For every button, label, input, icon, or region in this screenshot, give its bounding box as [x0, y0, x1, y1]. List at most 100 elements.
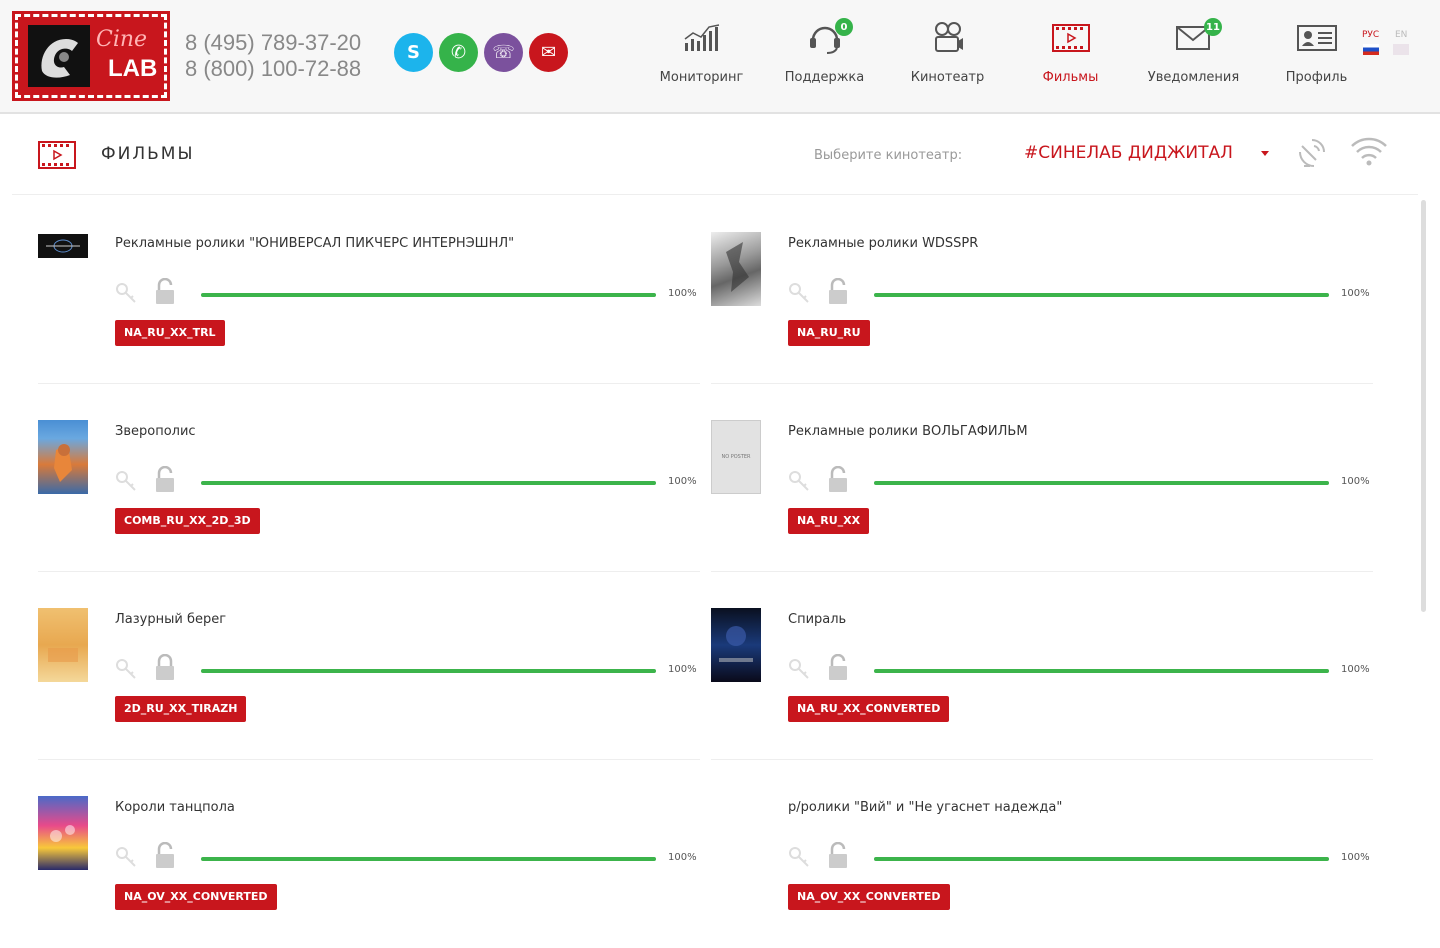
progress-bar: [874, 669, 1329, 673]
dcp-tag[interactable]: NA_RU_XX_TRL: [115, 320, 225, 346]
lock-icon[interactable]: [154, 653, 176, 682]
progress-fill: [874, 481, 1329, 485]
progress-fill: [201, 857, 656, 861]
skype-icon: S: [407, 42, 420, 63]
progress-bar: [201, 481, 656, 485]
film-title: Рекламные ролики ВОЛЬГАФИЛЬМ: [788, 424, 1028, 439]
unlock-icon[interactable]: [154, 277, 176, 306]
film-title: Короли танцпола: [115, 800, 235, 815]
key-icon[interactable]: [788, 846, 810, 868]
dcp-tag[interactable]: NA_RU_XX: [788, 508, 870, 534]
dcp-tag[interactable]: COMB_RU_XX_2D_3D: [115, 508, 260, 534]
film-card[interactable]: Спираль 100% NA_RU_XX_CONVERTED: [711, 572, 1373, 760]
film-icon: [38, 140, 76, 174]
unlock-icon[interactable]: [827, 841, 849, 870]
dcp-tag[interactable]: 2D_RU_XX_TIRAZH: [115, 696, 247, 722]
nav-item-notifications[interactable]: 11 Уведомления: [1132, 18, 1255, 98]
nav-label: Уведомления: [1147, 70, 1240, 85]
phone-numbers: 8 (495) 789-37-20 8 (800) 100-72-88: [185, 30, 361, 82]
film-poster[interactable]: [38, 608, 88, 682]
scrollbar-thumb[interactable]: [1421, 200, 1426, 612]
film-card[interactable]: р/ролики "Вий" и "Не угаснет надежда" 10…: [711, 760, 1373, 948]
nav-item-cinema[interactable]: Кинотеатр: [886, 18, 1009, 98]
skype-button[interactable]: S: [394, 33, 433, 72]
film-poster[interactable]: NO POSTER: [711, 420, 761, 494]
cinema-select[interactable]: #СИНЕЛАБ ДИДЖИТАЛ: [1024, 143, 1233, 163]
progress-fill: [874, 669, 1329, 673]
progress-bar: [874, 293, 1329, 297]
film-card[interactable]: Короли танцпола 100% NA_OV_XX_CONVERTED: [38, 760, 700, 948]
monitoring-icon: [682, 18, 722, 58]
key-icon[interactable]: [115, 282, 137, 304]
film-poster[interactable]: [38, 420, 88, 494]
film-poster[interactable]: [38, 234, 88, 258]
dcp-tag[interactable]: NA_RU_XX_CONVERTED: [788, 696, 950, 722]
nav-item-profile[interactable]: Профиль: [1255, 18, 1378, 98]
film-card[interactable]: NO POSTER Рекламные ролики ВОЛЬГАФИЛЬМ 1…: [711, 384, 1373, 572]
scrollbar[interactable]: [1420, 198, 1428, 900]
nav-label: Мониторинг: [659, 70, 744, 85]
progress-fill: [201, 481, 656, 485]
no-poster-text: NO POSTER: [721, 454, 751, 460]
film-card[interactable]: Лазурный берег 100% 2D_RU_XX_TIRAZH: [38, 572, 700, 760]
wifi-icon[interactable]: [1350, 136, 1388, 170]
mail-icon: ✉: [540, 42, 557, 63]
progress-percent: 100%: [1341, 664, 1370, 675]
progress-percent: 100%: [668, 852, 697, 863]
film-card[interactable]: Рекламные ролики "ЮНИВЕРСАЛ ПИКЧЕРС ИНТЕ…: [38, 196, 700, 384]
progress-percent: 100%: [1341, 288, 1370, 299]
nav-item-films[interactable]: Фильмы: [1009, 18, 1132, 98]
unlock-icon[interactable]: [827, 653, 849, 682]
unlock-icon[interactable]: [154, 841, 176, 870]
unlock-icon[interactable]: [154, 465, 176, 494]
dcp-tag[interactable]: NA_OV_XX_CONVERTED: [115, 884, 277, 910]
phone-number[interactable]: 8 (495) 789-37-20: [185, 30, 361, 56]
satellite-icon[interactable]: [1298, 136, 1328, 172]
key-icon[interactable]: [788, 658, 810, 680]
progress-bar: [874, 481, 1329, 485]
progress-bar: [201, 293, 656, 297]
progress-fill: [874, 857, 1329, 861]
nav-label: Кинотеатр: [910, 70, 985, 85]
header: Cine LAB 8 (495) 789-37-20 8 (800) 100-7…: [0, 0, 1440, 114]
key-icon[interactable]: [115, 658, 137, 680]
viber-button[interactable]: ☏: [484, 33, 523, 72]
progress-fill: [874, 293, 1329, 297]
progress-fill: [201, 669, 656, 673]
unlock-icon[interactable]: [827, 465, 849, 494]
film-poster[interactable]: [711, 232, 761, 306]
mail-button[interactable]: ✉: [529, 33, 568, 72]
film-title: Рекламные ролики "ЮНИВЕРСАЛ ПИКЧЕРС ИНТЕ…: [115, 236, 515, 251]
key-icon[interactable]: [788, 282, 810, 304]
film-poster[interactable]: [711, 608, 761, 682]
cinelab-logo[interactable]: Cine LAB: [12, 11, 170, 101]
progress-bar: [874, 857, 1329, 861]
phone-number[interactable]: 8 (800) 100-72-88: [185, 56, 361, 82]
progress-percent: 100%: [1341, 852, 1370, 863]
whatsapp-icon: ✆: [450, 42, 467, 63]
film-title: р/ролики "Вий" и "Не угаснет надежда": [788, 800, 1063, 815]
key-icon[interactable]: [115, 470, 137, 492]
profile-icon: [1296, 18, 1337, 58]
divider: [12, 194, 1418, 195]
unlock-icon[interactable]: [827, 277, 849, 306]
key-icon[interactable]: [115, 846, 137, 868]
chevron-down-icon[interactable]: [1261, 151, 1269, 156]
dcp-tag[interactable]: NA_OV_XX_CONVERTED: [788, 884, 950, 910]
key-icon[interactable]: [788, 470, 810, 492]
film-poster[interactable]: [38, 796, 88, 870]
nav-label: Поддержка: [784, 70, 865, 85]
lang-en[interactable]: EN: [1393, 30, 1410, 55]
nav-item-support[interactable]: 0 Поддержка: [763, 18, 886, 98]
lang-ru[interactable]: РУС: [1362, 30, 1379, 55]
nav-item-monitoring[interactable]: Мониторинг: [640, 18, 763, 98]
film-card[interactable]: Зверополис 100% COMB_RU_XX_2D_3D: [38, 384, 700, 572]
whatsapp-button[interactable]: ✆: [439, 33, 478, 72]
dcp-tag[interactable]: NA_RU_RU: [788, 320, 870, 346]
flag-ru-icon: [1362, 44, 1379, 55]
main-nav: Мониторинг 0 Поддержка Кинотеатр Фильмы: [640, 18, 1378, 98]
logo-text-lab: LAB: [108, 55, 158, 82]
film-title: Рекламные ролики WDSSPR: [788, 236, 979, 251]
film-card[interactable]: Рекламные ролики WDSSPR 100% NA_RU_RU: [711, 196, 1373, 384]
lang-ru-label: РУС: [1362, 30, 1380, 40]
